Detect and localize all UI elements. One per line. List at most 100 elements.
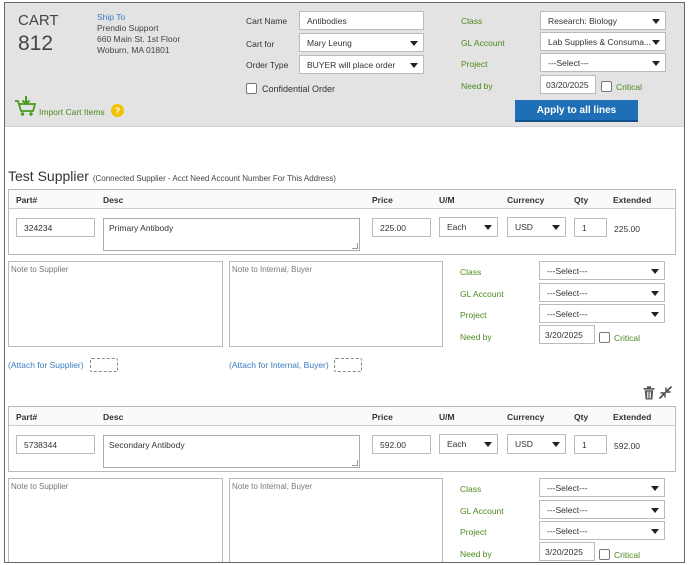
qty-input[interactable]: 1 — [574, 435, 607, 454]
line-class-value: ---Select--- — [547, 482, 588, 493]
chevron-down-icon — [651, 268, 659, 274]
chevron-down-icon — [651, 507, 659, 513]
trash-icon[interactable] — [643, 386, 655, 400]
cart-label: CART — [18, 12, 59, 29]
resize-grip-icon[interactable] — [352, 243, 358, 249]
line-need-by-input[interactable]: 3/20/2025 — [539, 542, 595, 561]
confidential-label: Confidential Order — [262, 84, 336, 94]
line-gl-account-value: ---Select--- — [547, 287, 588, 298]
line-gl-account-label: GL Account — [460, 506, 504, 516]
col-desc: Desc — [103, 195, 124, 205]
desc-textarea[interactable]: Secondary Antibody — [103, 435, 360, 468]
um-select[interactable]: Each — [439, 434, 498, 454]
currency-select[interactable]: USD — [507, 217, 566, 237]
extended-value: 225.00 — [614, 224, 640, 234]
chevron-down-icon — [652, 18, 660, 24]
chevron-down-icon — [652, 60, 660, 66]
class-label: Class — [461, 16, 483, 26]
line-class-value: ---Select--- — [547, 265, 588, 276]
collapse-arrows-icon[interactable] — [658, 385, 673, 400]
apply-to-all-lines-button[interactable]: Apply to all lines — [515, 100, 638, 122]
project-label: Project — [461, 59, 488, 69]
line-project-select[interactable]: ---Select--- — [539, 521, 665, 540]
col-price: Price — [372, 195, 393, 205]
cart-for-select[interactable]: Mary Leung — [299, 33, 424, 52]
order-type-value: BUYER will place order — [307, 59, 396, 70]
price-input[interactable]: 225.00 — [372, 218, 431, 237]
project-select[interactable]: ---Select--- — [540, 53, 666, 72]
gl-account-select[interactable]: Lab Supplies & Consuma... — [540, 32, 666, 51]
desc-text: Secondary Antibody — [109, 440, 185, 450]
col-part: Part# — [16, 412, 38, 422]
col-currency: Currency — [507, 412, 545, 422]
note-to-supplier-textarea[interactable]: Note to Supplier — [8, 261, 223, 347]
chevron-down-icon — [651, 311, 659, 317]
line-need-by-input[interactable]: 3/20/2025 — [539, 325, 595, 344]
chevron-down-icon — [651, 528, 659, 534]
line-critical-checkbox[interactable] — [599, 332, 610, 343]
line-item-row: Part# Desc Price U/M Currency Qty Extend… — [8, 406, 676, 472]
critical-label: Critical — [616, 82, 642, 92]
gl-account-value: Lab Supplies & Consuma... — [548, 36, 652, 47]
ship-to-address: Prendio Support 660 Main St. 1st Floor W… — [97, 23, 180, 56]
attach-internal-dropzone[interactable] — [334, 358, 362, 372]
price-input[interactable]: 592.00 — [372, 435, 431, 454]
col-um: U/M — [439, 412, 455, 422]
col-qty: Qty — [574, 195, 589, 205]
order-type-select[interactable]: BUYER will place order — [299, 55, 424, 74]
class-value: Research: Biology — [548, 15, 617, 26]
project-value: ---Select--- — [548, 57, 589, 68]
attach-for-internal-link[interactable]: (Attach for Internal, Buyer) — [229, 360, 329, 370]
chevron-down-icon — [484, 225, 492, 230]
line-class-select[interactable]: ---Select--- — [539, 478, 665, 497]
cart-for-label: Cart for — [246, 39, 275, 49]
line-critical-checkbox[interactable] — [599, 549, 610, 560]
qty-input[interactable]: 1 — [574, 218, 607, 237]
order-type-label: Order Type — [246, 60, 289, 70]
cart-header: CART 812 Ship To Prendio Support 660 Mai… — [5, 3, 684, 127]
currency-select[interactable]: USD — [507, 434, 566, 454]
um-value: Each — [447, 439, 467, 449]
line-class-select[interactable]: ---Select--- — [539, 261, 665, 280]
um-select[interactable]: Each — [439, 217, 498, 237]
note-to-internal-textarea[interactable]: Note to Internal, Buyer — [229, 478, 443, 562]
line-need-by-label: Need by — [460, 549, 492, 559]
import-cart-items-link[interactable]: Import Cart Items — [39, 107, 105, 117]
part-input[interactable]: 5738344 — [16, 435, 95, 454]
resize-grip-icon[interactable] — [352, 460, 358, 466]
gl-account-label: GL Account — [461, 38, 505, 48]
attach-for-supplier-link[interactable]: (Attach for Supplier) — [8, 360, 84, 370]
col-um: U/M — [439, 195, 455, 205]
chevron-down-icon — [651, 290, 659, 296]
class-select[interactable]: Research: Biology — [540, 11, 666, 30]
chevron-down-icon — [410, 40, 418, 46]
part-input[interactable]: 324234 — [16, 218, 95, 237]
chevron-down-icon — [652, 39, 660, 45]
line-gl-account-select[interactable]: ---Select--- — [539, 500, 665, 519]
currency-value: USD — [515, 222, 533, 232]
extended-value: 592.00 — [614, 441, 640, 451]
need-by-label: Need by — [461, 81, 493, 91]
line-gl-account-select[interactable]: ---Select--- — [539, 283, 665, 302]
chevron-down-icon — [552, 225, 560, 230]
note-to-supplier-textarea[interactable]: Note to Supplier — [8, 478, 223, 562]
cart-name-input[interactable]: Antibodies — [299, 11, 424, 30]
attach-supplier-dropzone[interactable] — [90, 358, 118, 372]
line-project-select[interactable]: ---Select--- — [539, 304, 665, 323]
line-header: Part# Desc Price U/M Currency Qty Extend… — [9, 190, 675, 209]
note-to-internal-textarea[interactable]: Note to Internal, Buyer — [229, 261, 443, 347]
help-icon[interactable]: ? — [111, 104, 124, 117]
chevron-down-icon — [410, 62, 418, 68]
need-by-input[interactable]: 03/20/2025 — [540, 75, 596, 94]
line-project-value: ---Select--- — [547, 308, 588, 319]
ship-to-link[interactable]: Ship To — [97, 12, 125, 22]
desc-textarea[interactable]: Primary Antibody — [103, 218, 360, 251]
critical-checkbox[interactable] — [601, 81, 612, 92]
line-project-value: ---Select--- — [547, 525, 588, 536]
confidential-checkbox[interactable] — [246, 83, 257, 94]
line-header: Part# Desc Price U/M Currency Qty Extend… — [9, 407, 675, 426]
line-class-label: Class — [460, 267, 482, 277]
cart-import-icon[interactable] — [14, 95, 38, 117]
line-class-label: Class — [460, 484, 482, 494]
cart-number: 812 — [18, 32, 54, 55]
